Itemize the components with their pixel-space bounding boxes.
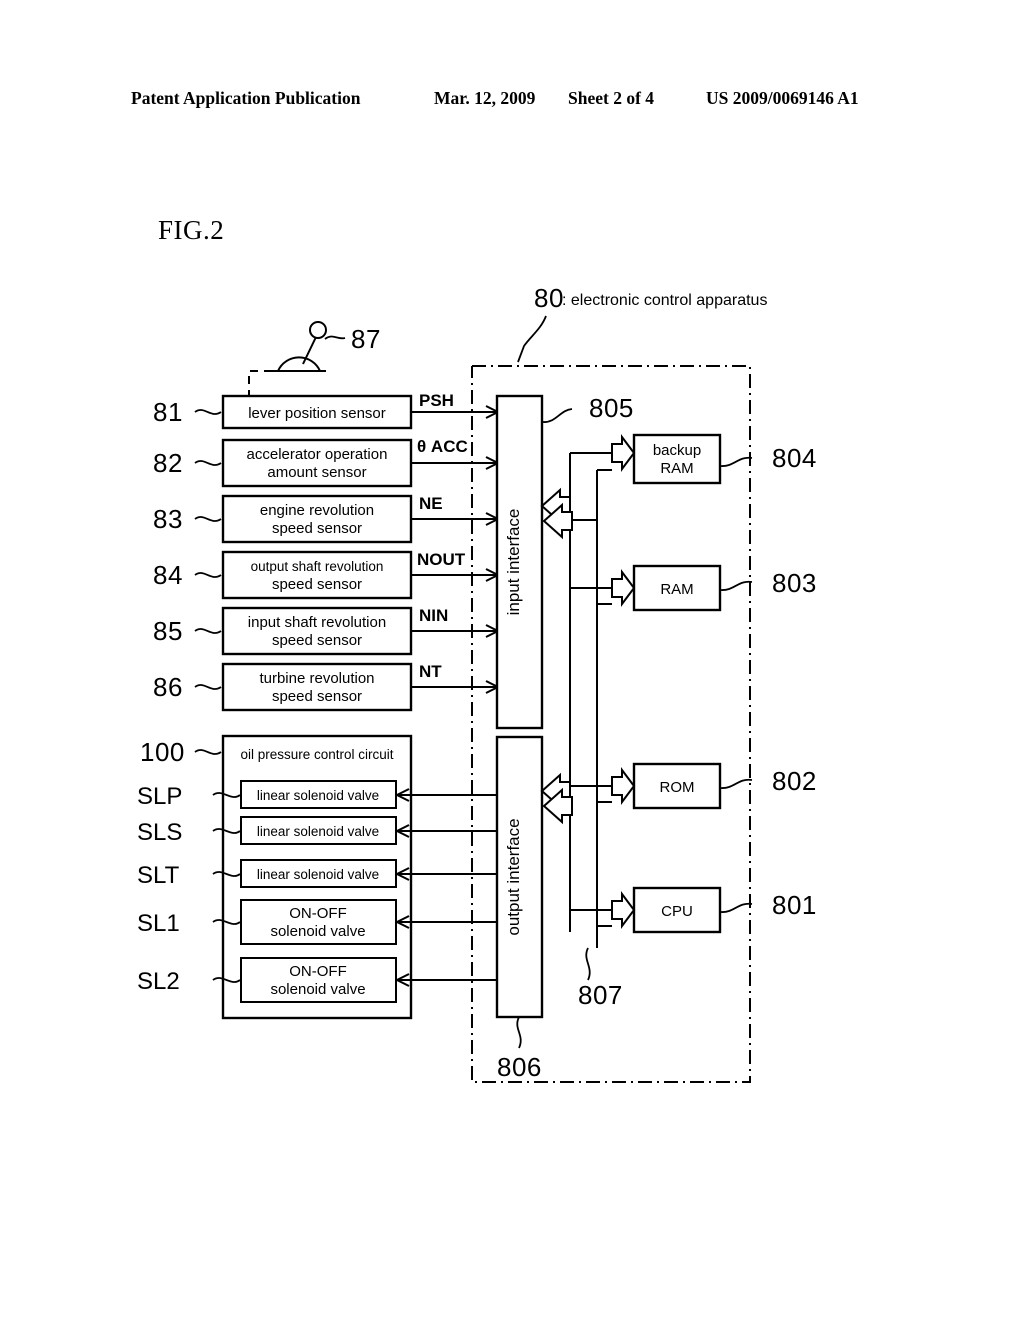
valve-slp-ref: SLP <box>137 783 182 810</box>
sensor-82-leader <box>194 460 222 466</box>
sensor-block-83: engine revolution speed sensor 83 NE <box>153 494 501 544</box>
memory-block-rom: ROM 802 <box>632 762 817 810</box>
backup-ram-leader <box>720 456 753 467</box>
valve-slt-label: linear solenoid valve <box>257 867 379 882</box>
output-interface-leader <box>516 1016 522 1049</box>
sensor-81-signal: PSH <box>419 391 454 410</box>
sensor-86-signal: NT <box>419 662 442 681</box>
valve-slp-label: linear solenoid valve <box>257 788 379 803</box>
bus-leader <box>585 947 591 981</box>
sensor-84-leader <box>194 572 222 578</box>
sensor-84-label-1: output shaft revolution <box>251 559 384 574</box>
oil-circuit-title: oil pressure control circuit <box>240 747 393 762</box>
sensor-86-label-2: speed sensor <box>272 688 362 705</box>
ecu-caption-leader <box>517 315 547 363</box>
shift-lever-leader <box>324 335 346 340</box>
output-interface-label: output interface <box>504 818 523 935</box>
oil-circuit-leader <box>194 749 222 755</box>
sensor-83-label-1: engine revolution <box>260 502 374 519</box>
input-interface-leader <box>542 408 573 423</box>
ram-ref: 803 <box>772 568 817 598</box>
sensor-82-ref: 82 <box>153 448 183 478</box>
sensor-81-leader <box>194 409 222 415</box>
oil-pressure-control-circuit: oil pressure control circuit 100 linear … <box>137 734 497 1020</box>
sensor-85-label-1: input shaft revolution <box>248 614 386 631</box>
sensor-81-ref: 81 <box>153 397 183 427</box>
output-interface-block: output interface 806 <box>495 735 544 1082</box>
ram-leader <box>720 580 753 591</box>
sensor-82-signal: θ ACC <box>417 437 468 456</box>
sensor-83-signal: NE <box>419 494 443 513</box>
backup-ram-label-1: backup <box>653 442 701 459</box>
valve-sls-ref: SLS <box>137 819 182 846</box>
sensor-83-leader <box>194 516 222 522</box>
sensor-block-81: lever position sensor 81 PSH <box>153 391 501 430</box>
bus-ref: 807 <box>578 980 623 1010</box>
sensor-block-85: input shaft revolution speed sensor 85 N… <box>153 606 501 656</box>
memory-block-cpu: CPU 801 <box>632 886 817 934</box>
cpu-leader <box>720 902 753 913</box>
valve-sl2-label-2: solenoid valve <box>270 981 365 998</box>
cpu-label: CPU <box>661 903 693 920</box>
rom-ref: 802 <box>772 766 817 796</box>
oil-circuit-ref: 100 <box>140 737 185 767</box>
valve-sls-label: linear solenoid valve <box>257 824 379 839</box>
rom-leader <box>720 778 753 789</box>
valve-sl2-label-1: ON-OFF <box>289 963 347 980</box>
sensor-85-label-2: speed sensor <box>272 632 362 649</box>
sensor-81-label: lever position sensor <box>248 405 386 422</box>
sensor-84-ref: 84 <box>153 560 183 590</box>
shift-lever-icon <box>272 321 327 372</box>
valve-slt-ref: SLT <box>137 862 180 889</box>
output-interface-ref: 806 <box>497 1052 542 1082</box>
input-interface-label: input interface <box>504 509 523 616</box>
sensor-85-signal: NIN <box>419 606 448 625</box>
memory-block-backup-ram: backup RAM 804 <box>632 433 817 485</box>
sensor-85-ref: 85 <box>153 616 183 646</box>
sensor-block-84: output shaft revolution speed sensor 84 … <box>153 550 501 600</box>
shift-lever-ref: 87 <box>351 324 381 354</box>
ram-label: RAM <box>660 581 693 598</box>
sensor-83-label-2: speed sensor <box>272 520 362 537</box>
sensor-82-label-1: accelerator operation <box>247 446 388 463</box>
valve-sl1-label-1: ON-OFF <box>289 905 347 922</box>
sensor-84-label-2: speed sensor <box>272 576 362 593</box>
sensor-86-leader <box>194 684 222 690</box>
ecu-ref-number: 80 <box>534 283 564 313</box>
memory-block-ram: RAM 803 <box>632 564 817 612</box>
sensor-83-ref: 83 <box>153 504 183 534</box>
sensor-84-signal: NOUT <box>417 550 466 569</box>
valve-sl2-ref: SL2 <box>137 968 180 995</box>
patent-page: Patent Application Publication Mar. 12, … <box>0 0 1024 1320</box>
valve-sl1-label-2: solenoid valve <box>270 923 365 940</box>
sensor-86-ref: 86 <box>153 672 183 702</box>
backup-ram-label-2: RAM <box>660 460 693 477</box>
block-diagram: 80 : electronic control apparatus 87 lev… <box>137 283 817 1083</box>
internal-bus: 807 <box>540 434 636 1010</box>
cpu-ref: 801 <box>772 890 817 920</box>
valve-sl1-ref: SL1 <box>137 910 180 937</box>
ecu-caption: : electronic control apparatus <box>562 292 767 309</box>
sensor-82-label-2: amount sensor <box>267 464 366 481</box>
sensor-86-label-1: turbine revolution <box>259 670 374 687</box>
input-interface-ref: 805 <box>589 393 634 423</box>
sensor-block-86: turbine revolution speed sensor 86 NT <box>153 662 501 712</box>
backup-ram-ref: 804 <box>772 443 817 473</box>
sensor-block-82: accelerator operation amount sensor 82 θ… <box>153 437 501 488</box>
sensor-85-leader <box>194 628 222 634</box>
rom-label: ROM <box>660 779 695 796</box>
lever-sensor-link <box>248 370 272 399</box>
